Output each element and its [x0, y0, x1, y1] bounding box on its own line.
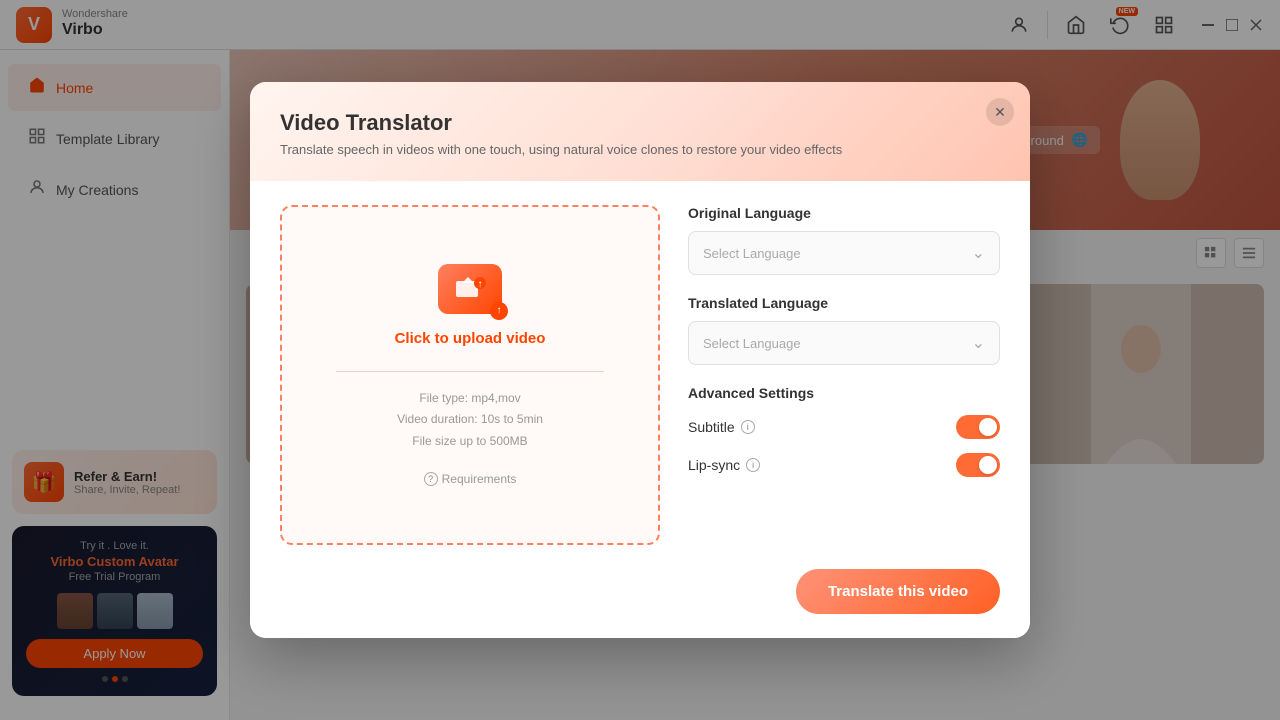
- requirements-link[interactable]: ? Requirements: [424, 472, 517, 486]
- settings-panel: Original Language Select Language ⌄ Tran…: [660, 205, 1000, 545]
- advanced-settings-label: Advanced Settings: [688, 385, 1000, 401]
- subtitle-setting-row: Subtitle i: [688, 415, 1000, 439]
- file-type: File type: mp4,mov: [397, 388, 543, 410]
- translated-language-arrow: ⌄: [972, 333, 985, 353]
- modal-body: ↑ Click to upload video File type: mp4,m…: [250, 181, 1030, 569]
- file-size: File size up to 500MB: [397, 431, 543, 453]
- original-language-arrow: ⌄: [972, 243, 985, 263]
- subtitle-toggle[interactable]: [956, 415, 1000, 439]
- original-language-label: Original Language: [688, 205, 1000, 221]
- subtitle-label: Subtitle: [688, 419, 735, 435]
- translated-language-label: Translated Language: [688, 295, 1000, 311]
- lipsync-info-icon[interactable]: i: [746, 458, 760, 472]
- upload-divider: [336, 371, 605, 372]
- svg-text:↑: ↑: [478, 279, 483, 290]
- lipsync-setting-row: Lip-sync i: [688, 453, 1000, 477]
- requirements-icon: ?: [424, 472, 438, 486]
- translate-button[interactable]: Translate this video: [796, 569, 1000, 614]
- lipsync-toggle[interactable]: [956, 453, 1000, 477]
- video-duration: Video duration: 10s to 5min: [397, 409, 543, 431]
- modal-close-button[interactable]: ✕: [986, 98, 1014, 126]
- lipsync-label: Lip-sync: [688, 457, 740, 473]
- upload-icon: ↑: [438, 264, 502, 314]
- video-translator-modal: Video Translator Translate speech in vid…: [250, 82, 1030, 638]
- modal-subtitle: Translate speech in videos with one touc…: [280, 142, 1000, 157]
- upload-text: Click to upload video: [395, 330, 546, 347]
- lipsync-setting-name: Lip-sync i: [688, 457, 760, 473]
- modal-title: Video Translator: [280, 110, 1000, 136]
- translated-language-placeholder: Select Language: [703, 336, 801, 351]
- modal-overlay: Video Translator Translate speech in vid…: [0, 0, 1280, 720]
- original-language-select[interactable]: Select Language ⌄: [688, 231, 1000, 275]
- subtitle-info-icon[interactable]: i: [741, 420, 755, 434]
- modal-header: Video Translator Translate speech in vid…: [250, 82, 1030, 181]
- subtitle-setting-name: Subtitle i: [688, 419, 755, 435]
- modal-footer: Translate this video: [250, 569, 1030, 638]
- original-language-placeholder: Select Language: [703, 246, 801, 261]
- requirements-label: Requirements: [442, 472, 517, 486]
- translated-language-select[interactable]: Select Language ⌄: [688, 321, 1000, 365]
- upload-area[interactable]: ↑ Click to upload video File type: mp4,m…: [280, 205, 660, 545]
- upload-meta: File type: mp4,mov Video duration: 10s t…: [397, 388, 543, 453]
